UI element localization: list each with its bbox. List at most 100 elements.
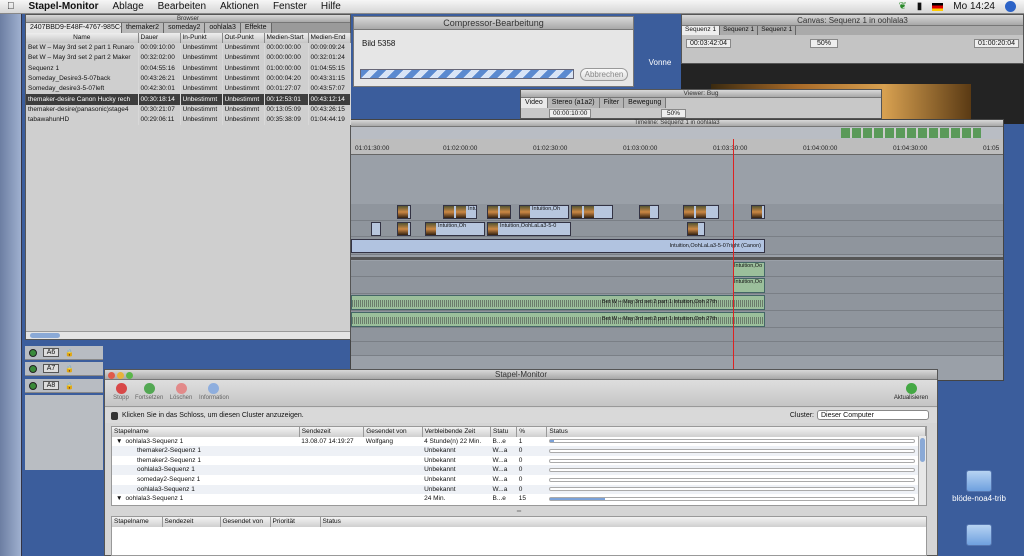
column-header[interactable]: Dauer [138,33,181,43]
zoom-icon[interactable] [126,372,133,379]
batch-row[interactable]: oohlala3-Sequenz 1 Unbekannt W...a 0 [112,484,926,495]
apple-menu-icon[interactable]:  [0,1,22,12]
volume-icon[interactable]: ▮ [917,1,923,12]
browser-titlebar[interactable]: Browser [26,15,350,23]
audio-clip[interactable]: Bet W – May 3rd set 2 part 1 Intuition,O… [351,312,765,327]
clock[interactable]: Mo 14:24 [953,1,995,12]
viewer-titlebar[interactable]: Viewer: Bug [521,90,881,98]
browser-row[interactable]: themaker-desire Canon Hucky rech 00:30:18… [26,94,351,105]
track-head-a6[interactable]: A6 🔒 [25,346,103,360]
column-header[interactable]: Sendezeit [299,427,365,437]
script-menu-icon[interactable]: ❦ [898,1,906,12]
browser-row[interactable]: Bet W – May 3rd set 2 part 1 Runaro 00:09… [26,43,351,54]
close-icon[interactable] [108,372,115,379]
track-visibility-icon[interactable] [29,381,37,390]
column-header[interactable]: Sendezeit [162,517,221,527]
column-header[interactable]: Medien-End [308,33,351,43]
column-header[interactable]: Status [320,517,927,527]
browser-tab[interactable]: 2407BBD9-E48F-4767-985C-18 [26,23,122,33]
browser-row[interactable]: Sequenz 1 00:04:55:16 Unbestimmt Unbestimmt… [26,63,351,74]
browser-row[interactable]: tabawahunHD 00:29:06:11 Unbestimmt Unbestim… [26,115,351,126]
video-clip[interactable]: Intuition,Oh [519,205,569,219]
video-clip[interactable] [687,222,705,236]
browser-tab[interactable]: someday2 [164,23,206,33]
column-header[interactable]: Stapelname [112,427,300,437]
minimize-icon[interactable] [117,372,124,379]
batch-row[interactable]: ▼ oohlala3-Sequenz 1 13.08.07 14:19:27 Wolf… [112,437,926,447]
column-header[interactable]: Gesendet von [220,517,271,527]
batch-row[interactable]: ▼ oohlala3-Sequenz 1 24 Min. B...e 15 [112,494,926,504]
column-header[interactable]: Medien-Start [264,33,309,43]
video-clip[interactable]: Intuition,Oh [425,222,485,236]
browser-row[interactable]: Bet W – May 3rd set 2 part 2 Maker 00:32:… [26,53,351,64]
video-clip-canon[interactable]: Intuition,OohLaLa3-5-07right (Canon) [351,239,765,253]
viewer-zoom[interactable]: 50% [661,109,687,118]
video-clip[interactable] [571,205,613,219]
video-clip[interactable]: Intuition,Oo [443,205,477,219]
column-header[interactable]: Statu [490,427,518,437]
stapel-titlebar[interactable]: Stapel-Monitor [105,370,937,380]
browser-tab[interactable]: oohlala3 [205,23,241,33]
canvas-timecode-right[interactable]: 01:00:20:04 [974,39,1019,48]
timeline-tools-icon[interactable] [841,128,981,138]
cluster-select[interactable]: Dieser Computer [817,410,929,420]
audio-clip[interactable]: Bet W – May 3rd set 2 part 1 Intuition,O… [351,295,765,310]
lock-icon[interactable]: 🔒 [65,382,74,390]
lock-icon[interactable] [111,411,118,420]
browser-hscrollbar[interactable] [26,331,350,339]
column-header[interactable]: In-Punkt [180,33,223,43]
info-button[interactable]: Information [199,383,229,401]
menu-hilfe[interactable]: Hilfe [314,1,348,12]
viewer-tab-bewegung[interactable]: Bewegung [624,98,667,108]
desktop-folder[interactable] [944,524,1014,548]
column-header[interactable]: Verbleibende Zeit [422,427,492,437]
split-handle[interactable]: ═ [111,509,927,515]
flag-icon[interactable] [932,2,944,11]
disclosure-triangle-icon[interactable]: ▼ [116,438,122,445]
canvas-tab-1[interactable]: Sequenz 1 [682,26,721,35]
menu-aktionen[interactable]: Aktionen [213,1,266,12]
browser-row[interactable]: Someday_desire3-5-07left 00:42:30:01 Unbes… [26,84,351,95]
delete-button[interactable]: Löschen [167,383,195,401]
track-head-a8[interactable]: A8 🔒 [25,379,103,393]
batch-row[interactable]: themaker2-Sequenz 1 Unbekannt W...a 0 [112,446,926,456]
column-header[interactable]: % [516,427,548,437]
column-header[interactable]: Gesendet von [363,427,423,437]
canvas-titlebar[interactable]: Canvas: Sequenz 1 in oohlala3 [682,15,1023,26]
browser-tab[interactable]: Effekte [240,23,272,33]
menu-ablage[interactable]: Ablage [106,1,151,12]
spotlight-icon[interactable] [1005,1,1016,12]
track-head-a7[interactable]: A7 🔒 [25,362,103,376]
canvas-tab-3[interactable]: Sequenz 1 [758,26,797,35]
column-header[interactable]: Out-Punkt [222,33,265,43]
timeline-ruler[interactable]: 01:01:30:00 01:02:00:00 01:02:30:00 01:0… [351,139,1003,155]
lock-icon[interactable]: 🔒 [65,365,74,373]
column-header[interactable]: Stapelname [112,517,163,527]
video-clip[interactable] [397,222,411,236]
menu-fenster[interactable]: Fenster [266,1,314,12]
cancel-button[interactable]: Abbrechen [580,68,628,81]
audio-clip[interactable]: Intuition,Oo [733,262,765,277]
desktop-folder[interactable]: blöde-noa4-trib [944,470,1014,503]
viewer-tab-filter[interactable]: Filter [599,98,625,108]
track-visibility-icon[interactable] [29,348,37,357]
disclosure-triangle-icon[interactable]: ▼ [116,495,122,502]
batch-row[interactable]: someday2-Sequenz 1 Unbekannt W...a 0 [112,475,926,485]
column-header[interactable]: Name [26,33,139,43]
video-clip[interactable]: Intuition,OohLaLa3-5-0 [487,222,571,236]
menu-app-name[interactable]: Stapel-Monitor [22,1,106,12]
video-clip[interactable] [683,205,719,219]
stapel-vscrollbar[interactable] [918,436,926,505]
track-visibility-icon[interactable] [29,364,37,373]
video-clip[interactable] [371,222,381,236]
browser-row[interactable]: Someday_Desire3-5-07back 00:43:26:21 Unbes… [26,73,351,85]
resume-button[interactable]: Fortsetzen [135,383,163,401]
playhead[interactable] [733,139,734,379]
audio-clip[interactable]: Intuition,Oo [733,278,765,293]
lock-icon[interactable]: 🔒 [65,349,74,357]
batch-row[interactable]: themaker2-Sequenz 1 Unbekannt W...a 0 [112,456,926,466]
browser-row[interactable]: themaker-desire(panasonic)stage4 00:30:21… [26,104,351,116]
canvas-tab-2[interactable]: Sequenz 1 [720,26,759,35]
track-divider[interactable] [351,257,1003,260]
batch-row[interactable]: oohlala3-Sequenz 1 Unbekannt W...a 0 [112,465,926,475]
